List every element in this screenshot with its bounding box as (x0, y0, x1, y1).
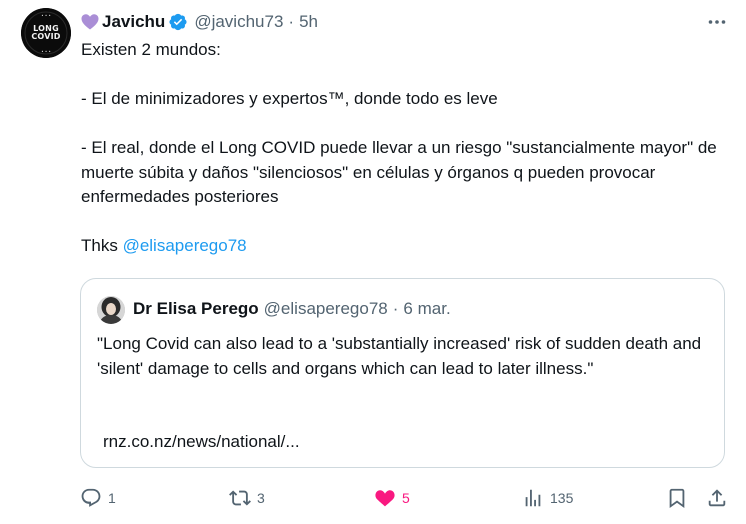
quoted-tweet-date[interactable]: 6 mar. (403, 299, 450, 319)
bookmark-icon (666, 487, 688, 509)
tweet: • • • • • • LONG COVID Javichu @javichu7… (0, 0, 746, 524)
quoted-author-handle[interactable]: @elisaperego78 (264, 299, 388, 319)
retweet-button[interactable]: 3 (229, 484, 265, 512)
author-handle[interactable]: @javichu73 (194, 12, 283, 32)
reply-button[interactable]: 1 (80, 484, 116, 512)
action-bar: 1 3 5 135 (0, 484, 746, 512)
separator-dot: · (392, 299, 399, 318)
tweet-line: - El de minimizadores y expertos™, donde… (81, 89, 498, 108)
reply-count: 1 (108, 490, 116, 506)
tweet-header: Javichu @javichu73 · 5h (80, 9, 318, 35)
svg-text:• • •: • • • (41, 13, 51, 18)
like-heart-icon (374, 487, 396, 509)
avatar-label: LONG COVID (31, 24, 61, 41)
tweet-line: Thks @elisaperego78 (81, 234, 721, 259)
author-avatar[interactable]: • • • • • • LONG COVID (21, 8, 71, 58)
quoted-author-avatar[interactable] (97, 296, 125, 324)
views-button[interactable]: 135 (522, 484, 573, 512)
reply-icon (80, 487, 102, 509)
views-chart-icon (522, 487, 544, 509)
tweet-text: Existen 2 mundos: - El de minimizadores … (81, 38, 721, 259)
verified-badge-icon (168, 12, 188, 32)
tweet-time[interactable]: 5h (299, 12, 318, 32)
retweet-icon (229, 487, 251, 509)
separator-dot: · (288, 12, 295, 31)
quoted-tweet-card[interactable]: Dr Elisa Perego @elisaperego78 · 6 mar. … (80, 278, 725, 468)
quoted-tweet-header: Dr Elisa Perego @elisaperego78 · 6 mar. (133, 297, 451, 321)
views-count: 135 (550, 490, 574, 506)
quoted-tweet-text: "Long Covid can also lead to a 'substant… (97, 334, 702, 378)
retweet-count: 3 (257, 490, 265, 506)
quoted-tweet-link[interactable]: rnz.co.nz/news/national/... (103, 432, 300, 452)
like-count: 5 (402, 490, 410, 506)
svg-text:• • •: • • • (41, 49, 51, 54)
share-icon (706, 487, 728, 509)
more-options-icon[interactable] (706, 11, 728, 33)
quoted-author-name[interactable]: Dr Elisa Perego (133, 299, 259, 319)
like-button[interactable]: 5 (374, 484, 410, 512)
author-display-name[interactable]: Javichu (102, 12, 165, 32)
tweet-line: Existen 2 mundos: (81, 40, 221, 59)
mention-link[interactable]: @elisaperego78 (123, 236, 247, 255)
bookmark-button[interactable] (666, 484, 688, 512)
purple-heart-icon (80, 12, 100, 32)
share-button[interactable] (706, 484, 728, 512)
thanks-text: Thks (81, 236, 123, 255)
tweet-line: - El real, donde el Long COVID puede lle… (81, 138, 717, 206)
